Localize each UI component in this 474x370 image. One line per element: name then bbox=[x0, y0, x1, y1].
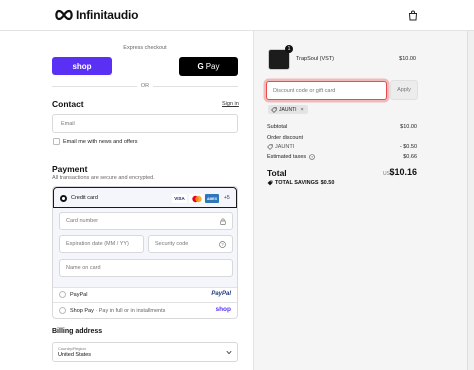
payment-subtitle: All transactions are secure and encrypte… bbox=[52, 175, 155, 181]
discount-code-name: JAUNTI bbox=[275, 144, 295, 150]
shop-pay-option[interactable]: Shop Pay · Pay in full or in installment… bbox=[53, 303, 237, 318]
newsletter-checkbox[interactable] bbox=[53, 138, 60, 145]
apply-discount-button[interactable]: Apply bbox=[390, 80, 418, 100]
lock-icon bbox=[220, 218, 226, 225]
subtotal-label: Subtotal bbox=[267, 124, 288, 130]
country-value: United States bbox=[58, 352, 92, 358]
payment-methods: Credit card VISA AMEX +5 Card number Exp… bbox=[52, 186, 238, 319]
security-code-placeholder: Security code bbox=[155, 241, 189, 247]
shop-pay-label: Shop Pay · Pay in full or in installment… bbox=[70, 308, 165, 314]
shop-pay-title: Shop Pay bbox=[70, 308, 94, 314]
help-circle-icon[interactable]: ? bbox=[219, 240, 226, 248]
country-label: Country/Region bbox=[58, 346, 86, 351]
infinity-logo-icon bbox=[55, 9, 73, 21]
scrollbar[interactable] bbox=[467, 31, 474, 370]
taxes-label: Estimated taxes bbox=[267, 154, 307, 160]
estimated-taxes-row: Estimated taxes ? bbox=[267, 154, 315, 160]
svg-text:?: ? bbox=[221, 242, 224, 247]
remove-code-icon[interactable]: × bbox=[301, 107, 304, 113]
discount-placeholder: Discount code or gift card bbox=[273, 87, 336, 94]
chevron-down-icon bbox=[226, 350, 232, 355]
product-name: TrapSoul (VST) bbox=[296, 56, 335, 62]
credit-card-option[interactable]: Credit card VISA AMEX +5 bbox=[53, 187, 237, 208]
applied-code-chip: JAUNTI × bbox=[268, 105, 308, 114]
paypal-option[interactable]: PayPal PayPal bbox=[53, 288, 237, 302]
express-checkout-label: Express checkout bbox=[123, 45, 167, 51]
total-label: Total bbox=[267, 168, 287, 178]
mastercard-icon bbox=[189, 194, 204, 203]
discount-value: - $0.50 bbox=[399, 144, 417, 150]
sign-in-link[interactable]: Sign in bbox=[222, 101, 239, 107]
site-header: Infinitaudio bbox=[0, 0, 474, 31]
quantity-badge: 1 bbox=[285, 45, 293, 53]
email-field[interactable]: Email bbox=[52, 114, 238, 133]
brand-logo[interactable]: Infinitaudio bbox=[54, 8, 138, 22]
subtotal-value: $10.00 bbox=[400, 124, 417, 130]
credit-card-label: Credit card bbox=[71, 195, 98, 201]
visa-icon: VISA bbox=[172, 194, 187, 203]
card-number-field[interactable]: Card number bbox=[59, 212, 233, 230]
discount-code-input[interactable]: Discount code or gift card bbox=[266, 81, 387, 100]
amex-icon: AMEX bbox=[205, 194, 219, 203]
credit-card-radio[interactable] bbox=[60, 195, 67, 202]
total-savings-value: $0.50 bbox=[320, 180, 335, 186]
total-savings-label: TOTAL SAVINGS bbox=[275, 180, 319, 186]
expiration-placeholder: Expiration date (MM / YY) bbox=[66, 241, 129, 247]
taxes-value: $0.66 bbox=[403, 154, 417, 160]
shop-pay-logo-icon: shop bbox=[215, 306, 231, 313]
or-label: OR bbox=[140, 83, 150, 89]
tag-icon bbox=[267, 180, 273, 186]
order-discount-label: Order discount bbox=[267, 135, 304, 141]
card-number-placeholder: Card number bbox=[66, 218, 99, 224]
shop-pay-subtitle: · Pay in full or in installments bbox=[95, 308, 166, 314]
mastercard-circles-icon bbox=[191, 195, 202, 202]
payment-title: Payment bbox=[52, 164, 88, 174]
google-pay-button[interactable]: G Pay bbox=[179, 57, 238, 76]
name-on-card-placeholder: Name on card bbox=[66, 265, 101, 271]
shopping-bag-icon[interactable] bbox=[408, 10, 418, 21]
tag-icon bbox=[267, 144, 273, 150]
or-divider: OR bbox=[52, 82, 238, 90]
brand-name: Infinitaudio bbox=[76, 8, 139, 22]
tag-icon bbox=[271, 106, 277, 113]
email-placeholder: Email bbox=[61, 120, 75, 127]
product-price: $10.00 bbox=[399, 56, 416, 62]
paypal-logo-icon: PayPal bbox=[211, 291, 231, 297]
help-circle-icon[interactable]: ? bbox=[309, 154, 315, 160]
discount-code-row: JAUNTI bbox=[267, 144, 294, 150]
billing-address-title: Billing address bbox=[52, 328, 103, 335]
country-select[interactable]: Country/Region United States bbox=[52, 342, 238, 362]
total-value: $10.16 bbox=[389, 167, 417, 177]
google-g-icon: G bbox=[197, 62, 204, 71]
newsletter-label: Email me with news and offers bbox=[63, 139, 138, 145]
more-brands-label: +5 bbox=[224, 195, 230, 201]
credit-card-form: Card number Expiration date (MM / YY) Se… bbox=[53, 208, 237, 287]
shop-pay-radio[interactable] bbox=[59, 307, 66, 314]
total-savings-row: TOTAL SAVINGS $0.50 bbox=[267, 180, 334, 186]
security-code-field[interactable]: Security code ? bbox=[148, 235, 233, 253]
applied-code-label: JAUNTI bbox=[279, 106, 297, 113]
google-pay-label: Pay bbox=[205, 62, 220, 71]
paypal-label: PayPal bbox=[70, 292, 88, 298]
paypal-radio[interactable] bbox=[59, 291, 66, 298]
expiration-date-field[interactable]: Expiration date (MM / YY) bbox=[59, 235, 144, 253]
shop-pay-express-button[interactable]: shop bbox=[52, 57, 112, 75]
contact-title: Contact bbox=[52, 99, 84, 109]
name-on-card-field[interactable]: Name on card bbox=[59, 259, 233, 277]
